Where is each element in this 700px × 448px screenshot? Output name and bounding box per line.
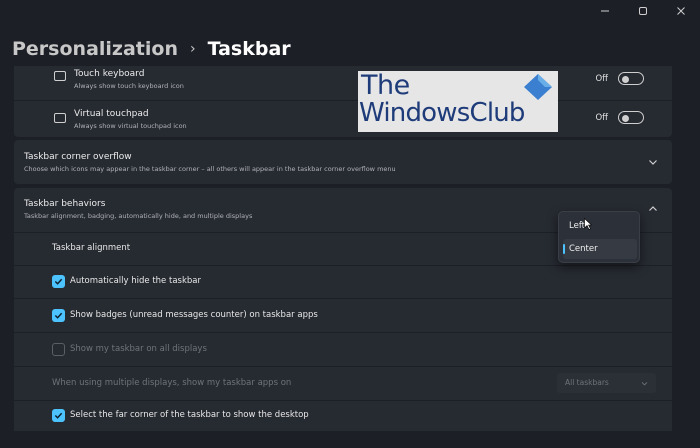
alignment-label: Taskbar alignment [52,243,131,253]
checkmark-icon [54,312,63,319]
all-displays-row: Show my taskbar on all displays [14,333,672,366]
far-corner-label: Select the far corner of the taskbar to … [70,410,309,420]
touch-keyboard-toggle-wrap: Off [595,72,644,85]
far-corner-checkbox[interactable] [52,409,65,422]
minimize-icon [601,10,609,12]
alignment-dropdown-menu[interactable]: Left Center [558,211,640,263]
touch-keyboard-toggle[interactable] [618,72,644,85]
close-button[interactable] [662,0,700,22]
maximize-icon [639,7,647,15]
breadcrumb-separator: › [189,41,196,57]
virtual-touchpad-title: Virtual touchpad [74,109,149,119]
mouse-cursor-icon [584,218,592,230]
badges-row[interactable]: Show badges (unread messages counter) on… [14,299,672,332]
auto-hide-checkbox[interactable] [52,275,65,288]
virtual-touchpad-toggle[interactable] [618,111,644,124]
page-title: Taskbar [207,38,291,60]
breadcrumb-parent[interactable]: Personalization [12,38,178,60]
multi-display-label: When using multiple displays, show my ta… [52,378,292,388]
behaviors-subtitle: Taskbar alignment, badging, automaticall… [24,212,253,220]
chevron-up-icon[interactable] [648,204,658,214]
virtual-touchpad-subtitle: Always show virtual touchpad icon [74,122,187,130]
watermark-line1: The [361,70,410,101]
far-corner-row[interactable]: Select the far corner of the taskbar to … [14,401,672,431]
touch-keyboard-state: Off [595,73,608,84]
alignment-option-center[interactable]: Center [563,239,637,259]
breadcrumb: Personalization › Taskbar [12,38,291,60]
multi-display-row: When using multiple displays, show my ta… [14,367,672,400]
checkmark-icon [54,412,63,419]
toggle-knob [622,114,629,122]
keyboard-icon [54,71,66,81]
maximize-button[interactable] [624,0,662,22]
auto-hide-row[interactable]: Automatically hide the taskbar [14,266,672,298]
close-icon [677,7,685,15]
corner-overflow-subtitle: Choose which icons may appear in the tas… [24,165,396,173]
touch-keyboard-row[interactable]: Touch keyboard Always show touch keyboar… [14,66,672,100]
alignment-option-left[interactable]: Left [563,216,637,236]
badges-checkbox[interactable] [52,309,65,322]
virtual-touchpad-toggle-wrap: Off [595,111,644,124]
touchpad-icon [54,113,66,123]
auto-hide-label: Automatically hide the taskbar [70,276,201,286]
multi-display-value: All taskbars [565,378,609,387]
minimize-button[interactable] [586,0,624,22]
virtual-touchpad-row[interactable]: Virtual touchpad Always show virtual tou… [14,101,672,137]
multi-display-dropdown: All taskbars [557,373,656,393]
checkmark-icon [54,278,63,285]
touch-keyboard-title: Touch keyboard [74,69,145,79]
touch-keyboard-subtitle: Always show touch keyboard icon [74,82,184,90]
behaviors-title: Taskbar behaviors [24,199,106,209]
toggle-knob [622,75,629,83]
corner-overflow-section[interactable]: Taskbar corner overflow Choose which ico… [14,140,672,184]
all-displays-checkbox [52,343,65,356]
badges-label: Show badges (unread messages counter) on… [70,310,318,320]
chevron-down-icon [641,382,648,386]
windows-flag-icon [524,74,552,100]
watermark-line2: WindowsClub [359,98,525,128]
all-displays-label: Show my taskbar on all displays [70,344,207,354]
virtual-touchpad-state: Off [595,112,608,123]
corner-overflow-title: Taskbar corner overflow [24,152,132,162]
chevron-down-icon[interactable] [648,157,658,167]
window-controls [586,0,700,22]
watermark-logo: The WindowsClub [358,70,558,132]
